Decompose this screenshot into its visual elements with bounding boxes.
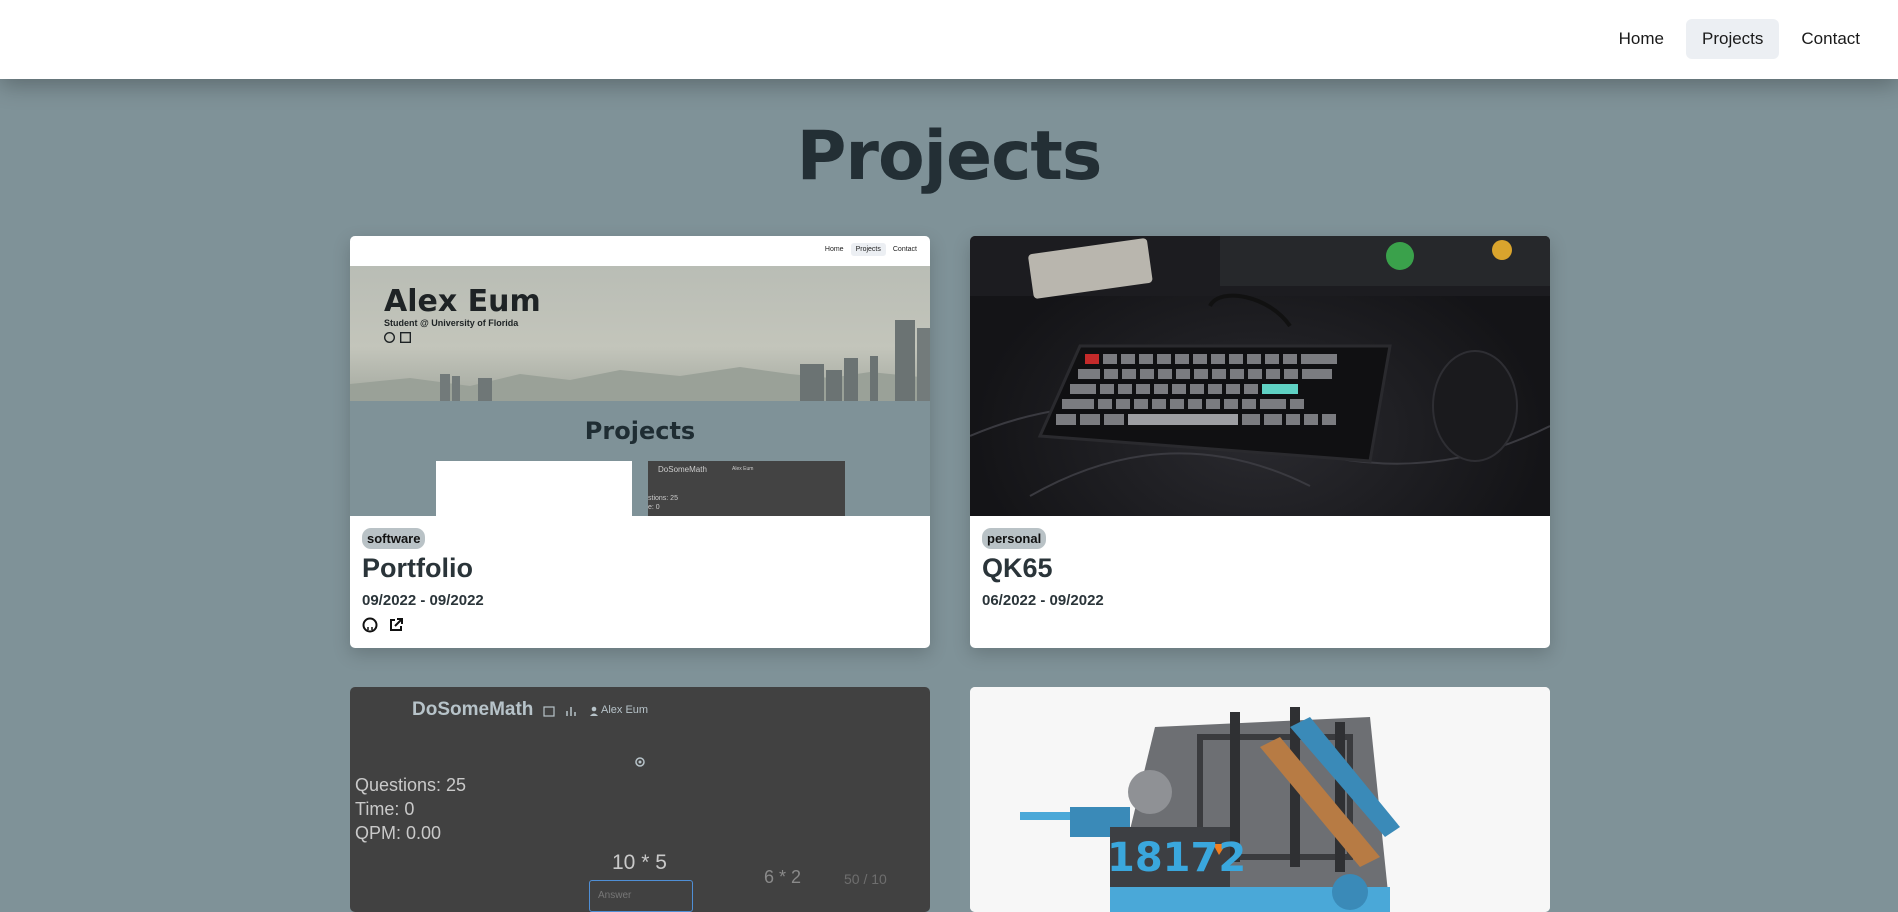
card-body: software Portfolio 09/2022 - 09/2022 [350,516,930,648]
preview-nav-contact: Contact [892,246,917,253]
card-links [362,617,918,633]
dsm-previous-answer: 50 / 10 [844,871,887,887]
card-title: Portfolio [362,553,473,583]
dsm-current-question: 10 * 5 [612,851,667,874]
preview-card-dark: DoSomeMath Alex Eum stions: 25 e: 0 [648,461,845,516]
preview-card-user: Alex Eum [732,466,754,472]
dsm-answer-input[interactable]: Answer [589,880,693,912]
preview-card-text: stions: 25 [648,495,678,502]
page-title: Projects [796,117,1103,196]
category-badge: software [362,528,426,549]
keyboard-illustration [970,236,1550,497]
dsm-questions: Questions: 25 [355,775,467,795]
project-image-qk65 [970,236,1550,516]
dsm-qpm: QPM: 0.00 [355,823,442,843]
dsm-time: Time: 0 [355,799,415,819]
preview-section-title: Projects [584,417,696,445]
preview-nav-home: Home [824,246,844,253]
dsm-app-title: DoSomeMath [412,699,534,720]
dsm-user: Alex Eum [601,704,649,716]
preview-card-white [436,461,632,516]
robot-illustration [970,687,1550,912]
preview-nav-projects: Projects [850,243,886,256]
github-icon [384,332,395,343]
top-navbar: Home Projects Contact [0,0,1898,79]
external-link-icon[interactable] [388,617,404,633]
project-image-portfolio: Home Projects Contact Alex Eum Student @… [350,236,930,516]
nav-contact-link[interactable]: Contact [1785,19,1876,59]
github-icon[interactable] [362,617,378,633]
preview-subtitle: Student @ University of Florida [384,318,519,328]
user-icon [590,706,598,716]
project-card-robot[interactable]: 18172 [970,687,1550,912]
preview-card-title: DoSomeMath [658,465,707,474]
preview-name: Alex Eum [384,284,541,319]
category-badge: personal [982,528,1047,549]
robot-number-plate: 18172 [1107,835,1247,881]
card-title: QK65 [982,553,1053,583]
nav-links: Home Projects Contact [1603,19,1876,59]
project-card-qk65[interactable]: personal QK65 06/2022 - 09/2022 [970,236,1550,648]
project-card-portfolio[interactable]: Home Projects Contact Alex Eum Student @… [350,236,930,648]
answer-placeholder: Answer [598,890,632,901]
nav-home-link[interactable]: Home [1603,19,1680,59]
nav-projects-link[interactable]: Projects [1685,19,1780,59]
preview-navbar: Home Projects Contact [350,236,930,266]
calendar-icon [543,706,555,717]
linkedin-icon [400,332,411,343]
project-card-dosomemath[interactable]: DoSomeMath Alex Eum Questions: 25 Time: … [350,687,930,912]
card-date: 09/2022 - 09/2022 [362,592,484,609]
card-date: 06/2022 - 09/2022 [982,592,1104,609]
stats-icon [566,707,576,716]
card-body: personal QK65 06/2022 - 09/2022 [970,516,1550,648]
dsm-next-question: 6 * 2 [764,867,802,887]
preview-social-icons [384,332,411,343]
settings-icon[interactable] [634,756,646,768]
preview-card-text: e: 0 [648,504,660,511]
